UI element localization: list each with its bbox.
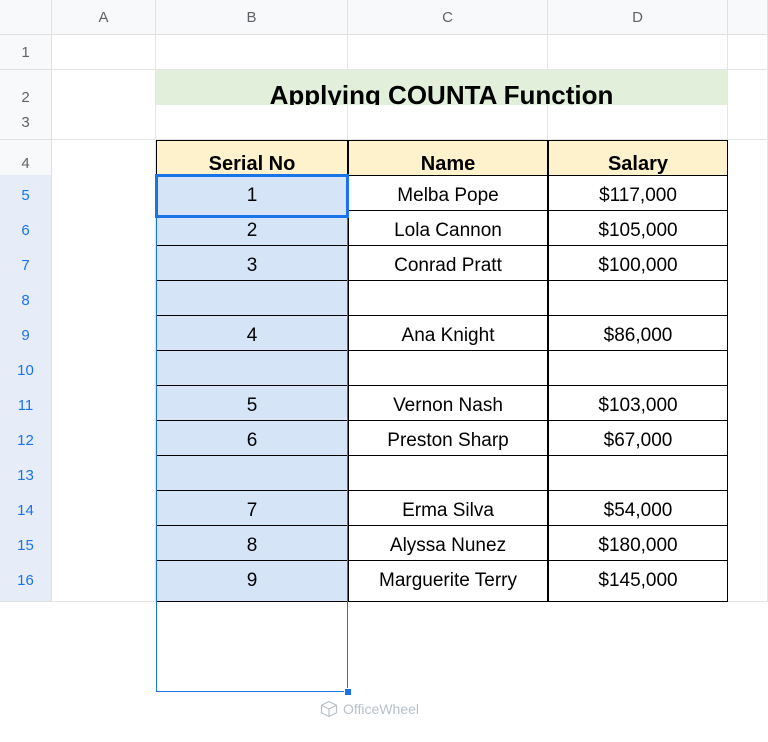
watermark-text: OfficeWheel — [343, 701, 419, 717]
cell-b1[interactable] — [156, 35, 348, 70]
spreadsheet-grid[interactable]: A B C D 1 2 Applying COUNTA Function 3 4… — [0, 0, 768, 595]
cell-a16[interactable] — [52, 560, 156, 602]
cell-d16[interactable]: $145,000 — [548, 560, 728, 602]
cell-b5[interactable]: 1 — [156, 175, 348, 217]
col-header-a[interactable]: A — [52, 0, 156, 35]
col-header-c[interactable]: C — [348, 0, 548, 35]
cell-e3[interactable] — [728, 105, 768, 140]
row-header-16[interactable]: 16 — [0, 560, 52, 602]
cell-c1[interactable] — [348, 35, 548, 70]
row-header-3[interactable]: 3 — [0, 105, 52, 140]
col-header-e[interactable] — [728, 0, 768, 35]
logo-icon — [320, 700, 338, 718]
select-all-corner[interactable] — [0, 0, 52, 35]
cell-c16[interactable]: Marguerite Terry — [348, 560, 548, 602]
fill-handle[interactable] — [344, 688, 352, 696]
cell-e1[interactable] — [728, 35, 768, 70]
col-header-b[interactable]: B — [156, 0, 348, 35]
cell-d1[interactable] — [548, 35, 728, 70]
col-header-d[interactable]: D — [548, 0, 728, 35]
cell-e16[interactable] — [728, 560, 768, 602]
row-header-1[interactable]: 1 — [0, 35, 52, 70]
cell-b16[interactable]: 9 — [156, 560, 348, 602]
watermark: OfficeWheel — [320, 700, 419, 718]
cell-a3[interactable] — [52, 105, 156, 140]
cell-a1[interactable] — [52, 35, 156, 70]
cell-d3[interactable] — [548, 105, 728, 140]
cell-c3[interactable] — [348, 105, 548, 140]
cell-b3[interactable] — [156, 105, 348, 140]
